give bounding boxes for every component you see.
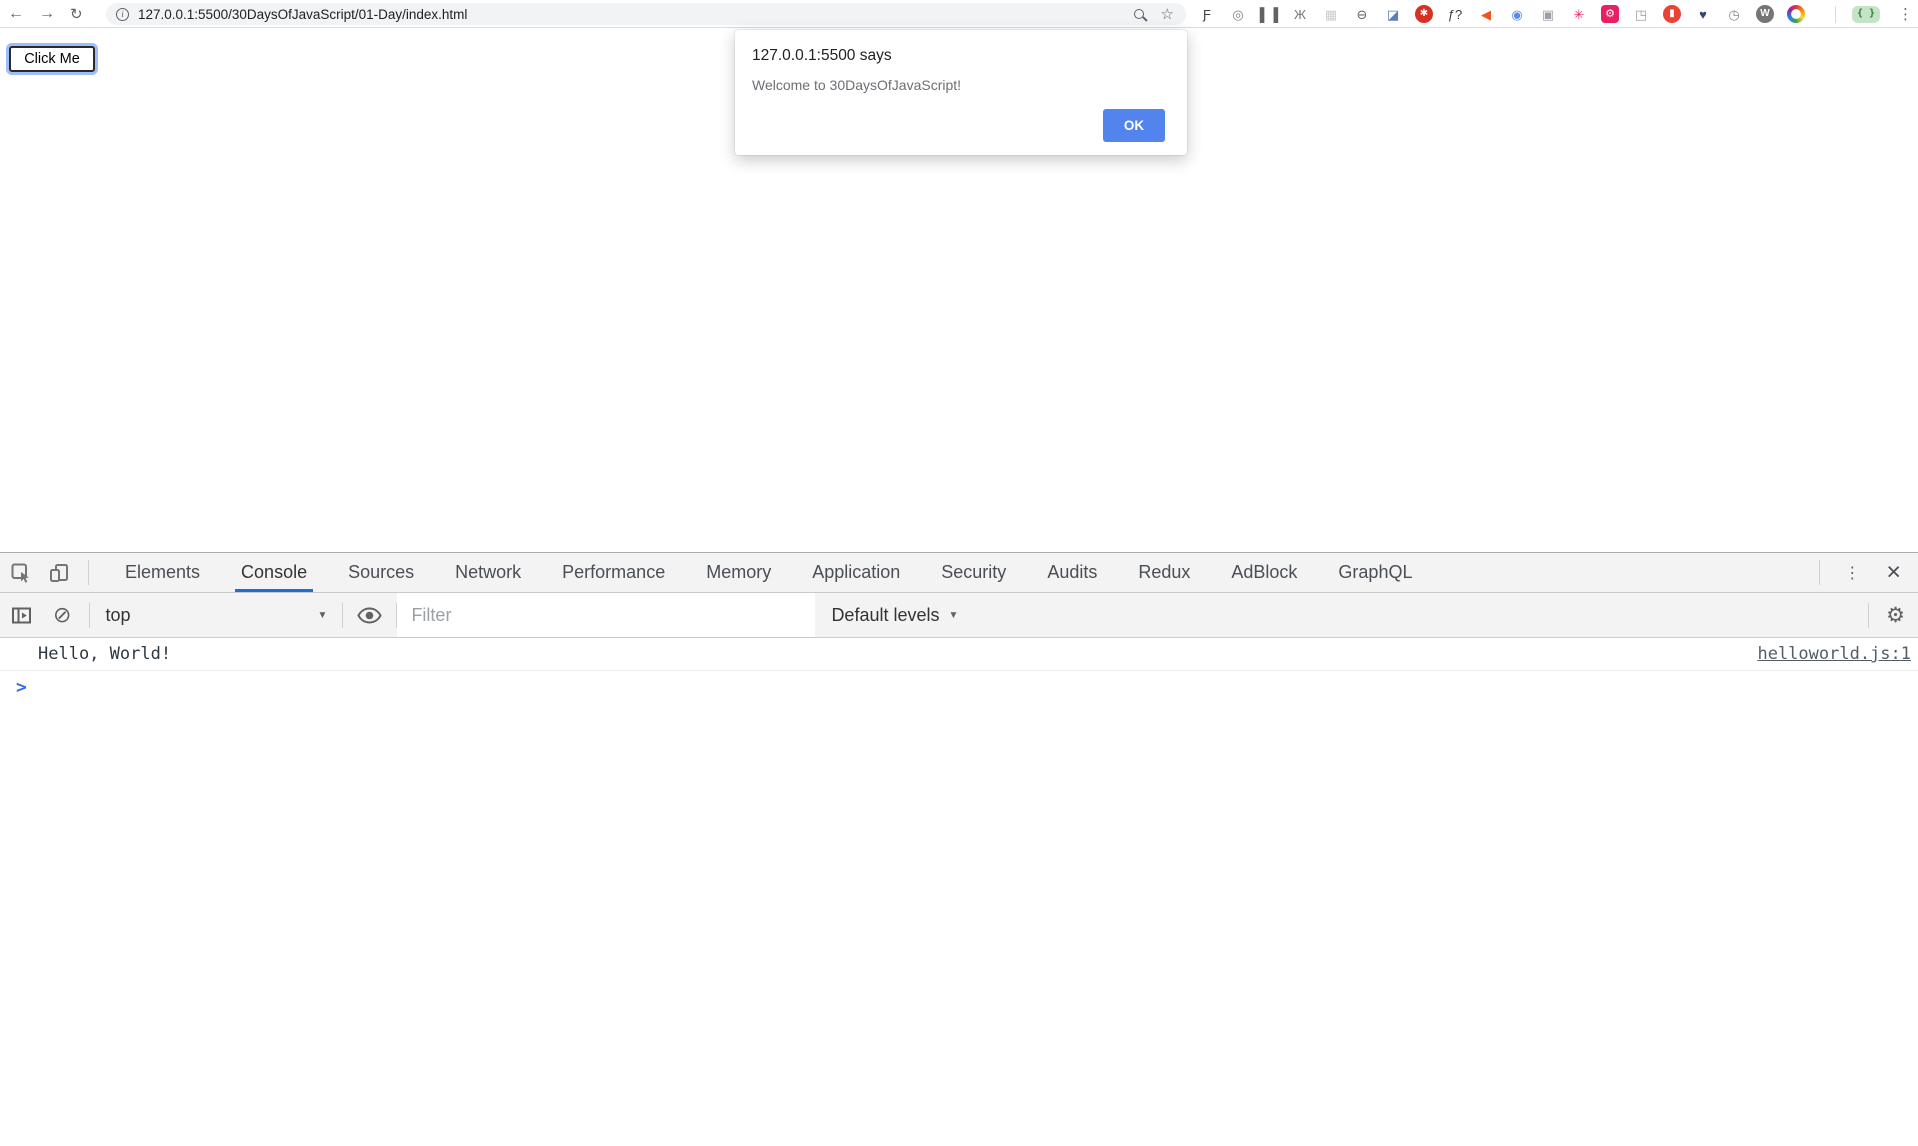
console-prompt[interactable]: > (0, 671, 1918, 703)
tab-audits[interactable]: Audits (1041, 553, 1103, 592)
console-sidebar-icon[interactable] (10, 604, 33, 627)
tab-console[interactable]: Console (235, 553, 313, 592)
tab-network[interactable]: Network (449, 553, 527, 592)
context-dropdown[interactable]: top ▼ (90, 593, 342, 637)
steps-icon[interactable]: ◳ (1632, 5, 1650, 23)
braces-badge-icon[interactable]: { } (1852, 6, 1880, 23)
click-me-button[interactable]: Click Me (9, 46, 95, 72)
tab-performance[interactable]: Performance (556, 553, 671, 592)
console-message-row: Hello, World! helloworld.js:1 (0, 638, 1918, 671)
chevron-down-icon: ▼ (949, 610, 959, 621)
camera-icon[interactable]: ▣ (1539, 5, 1557, 23)
stop-hand-icon[interactable]: ✱ (1415, 5, 1433, 23)
log-levels-label: Default levels (831, 605, 939, 626)
circled-dash-icon[interactable]: ⊖ (1353, 5, 1371, 23)
inspect-element-icon[interactable] (10, 562, 32, 584)
gear-square-icon[interactable]: ⚙ (1601, 5, 1619, 23)
tab-graphql[interactable]: GraphQL (1332, 553, 1418, 592)
devtools-tabs: Elements Console Sources Network Performance… (119, 553, 1418, 592)
tab-memory[interactable]: Memory (700, 553, 777, 592)
atom-icon[interactable]: ✳ (1570, 5, 1588, 23)
filter-input[interactable] (397, 593, 815, 637)
device-toolbar-icon[interactable] (48, 562, 70, 584)
w-circle-icon[interactable]: W (1756, 5, 1774, 23)
log-levels-dropdown[interactable]: Default levels ▼ (831, 605, 958, 626)
tab-redux[interactable]: Redux (1132, 553, 1196, 592)
devtools-close-icon[interactable]: × (1886, 560, 1901, 585)
tabbar-right-separator (1819, 560, 1820, 585)
forward-icon[interactable]: → (39, 6, 55, 22)
reload-icon[interactable]: ↻ (70, 7, 83, 22)
fn-question-icon[interactable]: ƒ? (1446, 5, 1464, 23)
eyedropper-icon[interactable]: ◪ (1384, 5, 1402, 23)
clock-icon[interactable]: ◷ (1725, 5, 1743, 23)
ok-button[interactable]: OK (1103, 109, 1165, 142)
bookmark-star-icon[interactable]: ☆ (1161, 7, 1174, 22)
devtools-menu-icon[interactable]: ⋮ (1844, 563, 1860, 583)
tab-sources[interactable]: Sources (342, 553, 420, 592)
tab-application[interactable]: Application (806, 553, 906, 592)
browser-menu-icon[interactable]: ⋮ (1898, 0, 1913, 28)
extension-faded-icon[interactable]: ▦ (1322, 5, 1340, 23)
chevron-down-icon: ▼ (318, 610, 328, 621)
alert-dialog: 127.0.0.1:5500 says Welcome to 30DaysOfJ… (735, 30, 1187, 155)
url-text[interactable]: 127.0.0.1:5500/30DaysOfJavaScript/01-Day… (138, 7, 467, 22)
heart-search-icon[interactable]: ♥ (1694, 5, 1712, 23)
bug-icon[interactable]: Ж (1291, 5, 1309, 23)
bookmark-circle-icon[interactable]: ▮ (1663, 5, 1681, 23)
extensions-bar: Ƒ ◎ ▌▐ Ж ▦ ⊖ ◪ ✱ ƒ? ◀ ◉ ▣ ✳ ⚙ ◳ ▮ ♥ ◷ W (1198, 0, 1805, 28)
nav-buttons: ← → ↻ (8, 0, 83, 28)
columns-icon[interactable]: ▌▐ (1260, 5, 1278, 23)
tabbar-separator (88, 560, 89, 585)
tab-elements[interactable]: Elements (119, 553, 206, 592)
extensions-separator (1835, 6, 1836, 23)
alert-message: Welcome to 30DaysOfJavaScript! (752, 77, 961, 93)
script-f-icon[interactable]: Ƒ (1198, 5, 1216, 23)
back-icon[interactable]: ← (8, 6, 24, 22)
zoom-magnifier-icon[interactable] (1134, 9, 1144, 19)
devtools-panel: Elements Console Sources Network Performance… (0, 552, 1918, 1146)
prompt-chevron-icon: > (16, 677, 27, 698)
live-expression-eye-icon[interactable] (357, 607, 382, 624)
target-icon[interactable]: ◎ (1229, 5, 1247, 23)
clear-console-icon[interactable]: ⊘ (53, 604, 71, 626)
rainbow-circle-icon[interactable] (1787, 5, 1805, 23)
console-source-link[interactable]: helloworld.js:1 (1757, 644, 1911, 664)
console-toolbar: ⊘ top ▼ Default levels ▼ ⚙ (0, 593, 1918, 638)
swirl-icon[interactable]: ◉ (1508, 5, 1526, 23)
browser-toolbar: ← → ↻ i 127.0.0.1:5500/30DaysOfJavaScrip… (0, 0, 1918, 28)
tab-adblock[interactable]: AdBlock (1225, 553, 1303, 592)
context-label: top (105, 605, 130, 626)
tab-security[interactable]: Security (935, 553, 1012, 592)
toolbar-separator-4 (1868, 603, 1869, 628)
address-bar[interactable]: i 127.0.0.1:5500/30DaysOfJavaScript/01-D… (106, 3, 1186, 25)
devtools-tabbar: Elements Console Sources Network Performance… (0, 553, 1918, 593)
site-info-icon[interactable]: i (116, 8, 129, 21)
toolbar-separator-2 (342, 603, 343, 628)
megaphone-icon[interactable]: ◀ (1477, 5, 1495, 23)
extensions-bar-end: { } (1832, 0, 1880, 28)
console-message-text: Hello, World! (38, 644, 171, 664)
alert-title: 127.0.0.1:5500 says (752, 47, 892, 65)
console-settings-gear-icon[interactable]: ⚙ (1886, 605, 1905, 626)
